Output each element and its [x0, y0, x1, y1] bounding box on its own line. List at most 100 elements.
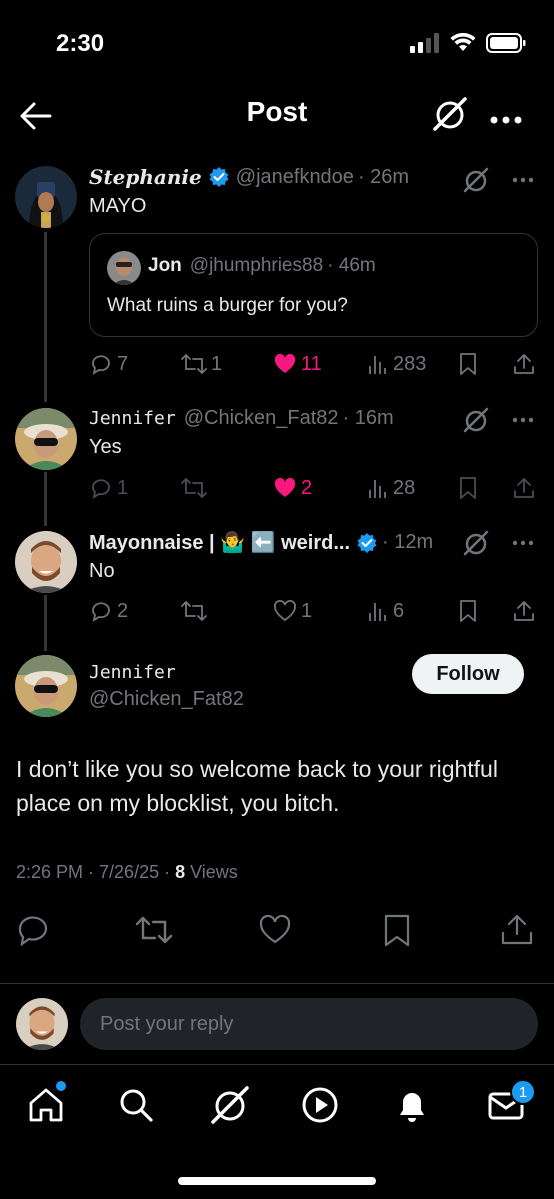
- views-button[interactable]: 28: [367, 473, 415, 503]
- author-name[interactable]: Stephanie: [89, 165, 202, 189]
- repost-button[interactable]: [181, 473, 207, 503]
- more-icon[interactable]: [510, 407, 536, 433]
- post-actions: 7 1 11 283: [89, 349, 537, 379]
- post-toolbar: [462, 529, 536, 557]
- repost-button[interactable]: 1: [181, 349, 222, 379]
- like-button[interactable]: 11: [273, 349, 322, 379]
- heart-filled-icon: [274, 353, 296, 373]
- like-button[interactable]: 2: [273, 473, 312, 503]
- repost-button[interactable]: [181, 596, 207, 626]
- author-name[interactable]: Jennifer: [89, 662, 176, 683]
- grok-icon[interactable]: [462, 406, 490, 434]
- more-icon[interactable]: [510, 530, 536, 556]
- quote-text: What ruins a burger for you?: [107, 295, 348, 316]
- messages-badge: 1: [510, 1079, 536, 1105]
- views-count: 6: [393, 599, 405, 622]
- author-name[interactable]: Mayonnaise | 🤷‍♂️ ⬅️ weird...: [89, 530, 350, 555]
- views-count: 28: [393, 476, 416, 499]
- reply-button[interactable]: 1: [89, 473, 128, 503]
- avatar[interactable]: [15, 655, 77, 717]
- repost-icon[interactable]: [135, 914, 173, 946]
- main-post-text: I don’t like you so welcome back to your…: [16, 756, 498, 816]
- tab-video[interactable]: [298, 1083, 342, 1127]
- back-button[interactable]: [18, 98, 54, 134]
- grok-icon: [211, 1086, 249, 1124]
- home-icon: [29, 1088, 63, 1122]
- page-title: Post: [246, 96, 308, 127]
- views-button[interactable]: 283: [367, 349, 426, 379]
- tab-search[interactable]: [114, 1083, 158, 1127]
- post-time: · 16m: [342, 407, 394, 429]
- reply-icon: [92, 355, 110, 375]
- avatar[interactable]: [15, 166, 77, 228]
- bookmark-icon: [460, 477, 476, 499]
- wifi-icon: [450, 33, 476, 51]
- post-time: · 12m: [382, 531, 434, 553]
- heart-icon[interactable]: [258, 914, 292, 946]
- reply-icon: [92, 479, 110, 499]
- thread-line: [44, 472, 47, 526]
- heart-icon: [274, 600, 296, 622]
- post-timestamp: 2:26 PM · 7/26/25 ·: [16, 862, 176, 882]
- share-icon: [514, 601, 534, 621]
- repost-icon: [181, 354, 207, 374]
- bookmark-icon: [460, 353, 476, 375]
- bookmark-icon: [460, 600, 476, 622]
- bookmark-button[interactable]: [457, 349, 479, 379]
- post-toolbar: [462, 166, 536, 194]
- quote-time: · 46m: [327, 255, 376, 276]
- share-button[interactable]: [513, 596, 535, 626]
- avatar[interactable]: [15, 408, 77, 470]
- reply-count: 1: [117, 476, 129, 499]
- status-bar: 2:30: [0, 0, 554, 88]
- bookmark-button[interactable]: [457, 473, 479, 503]
- share-icon[interactable]: [500, 912, 534, 946]
- share-button[interactable]: [513, 349, 535, 379]
- share-icon: [514, 354, 534, 374]
- bookmark-button[interactable]: [457, 596, 479, 626]
- notification-dot: [56, 1081, 66, 1091]
- share-button[interactable]: [513, 473, 535, 503]
- views-label: Views: [185, 862, 238, 882]
- grok-icon: [433, 97, 467, 131]
- tab-messages[interactable]: 1: [484, 1079, 536, 1127]
- main-author-name[interactable]: Jennifer: [89, 662, 176, 683]
- author-handle[interactable]: @janefkndoe: [236, 166, 354, 189]
- more-options-button[interactable]: [486, 96, 526, 132]
- avatar[interactable]: [15, 531, 77, 593]
- reply-count: 2: [117, 599, 129, 622]
- author-handle[interactable]: @Chicken_Fat82: [89, 688, 244, 711]
- like-button[interactable]: 1: [273, 596, 312, 626]
- more-icon: [490, 116, 522, 124]
- grok-icon[interactable]: [462, 166, 490, 194]
- more-icon[interactable]: [510, 167, 536, 193]
- search-icon: [120, 1089, 153, 1122]
- verified-badge-icon: [357, 532, 377, 553]
- tab-grok[interactable]: [208, 1083, 252, 1127]
- repost-count: 1: [211, 352, 223, 375]
- post-text: No: [89, 560, 115, 582]
- reply-icon: [92, 602, 110, 622]
- signal-icon: [410, 33, 439, 53]
- reply-icon[interactable]: [16, 914, 50, 946]
- reply-button[interactable]: 7: [89, 349, 128, 379]
- grok-icon[interactable]: [462, 529, 490, 557]
- grok-button[interactable]: [432, 96, 468, 132]
- tab-notifications[interactable]: [390, 1083, 434, 1127]
- reply-input[interactable]: [80, 998, 538, 1050]
- post-metadata: 2:26 PM · 7/26/25 · 8 Views: [16, 862, 238, 883]
- quoted-post[interactable]: Jon @jhumphries88 · 46m What ruins a bur…: [89, 233, 538, 337]
- author-handle[interactable]: @Chicken_Fat82: [184, 407, 339, 430]
- like-count: 11: [301, 352, 322, 375]
- reply-button[interactable]: 2: [89, 596, 128, 626]
- bookmark-icon[interactable]: [382, 914, 412, 948]
- post-time: · 26m: [357, 165, 410, 188]
- post-actions: 1 2 28: [89, 473, 537, 503]
- thread-line: [44, 595, 47, 651]
- home-indicator[interactable]: [178, 1177, 376, 1185]
- author-name[interactable]: Jennifer: [89, 408, 176, 429]
- follow-button[interactable]: Follow: [412, 654, 524, 694]
- views-button[interactable]: 6: [367, 596, 404, 626]
- views-icon: [369, 603, 386, 621]
- tab-home[interactable]: [24, 1081, 68, 1127]
